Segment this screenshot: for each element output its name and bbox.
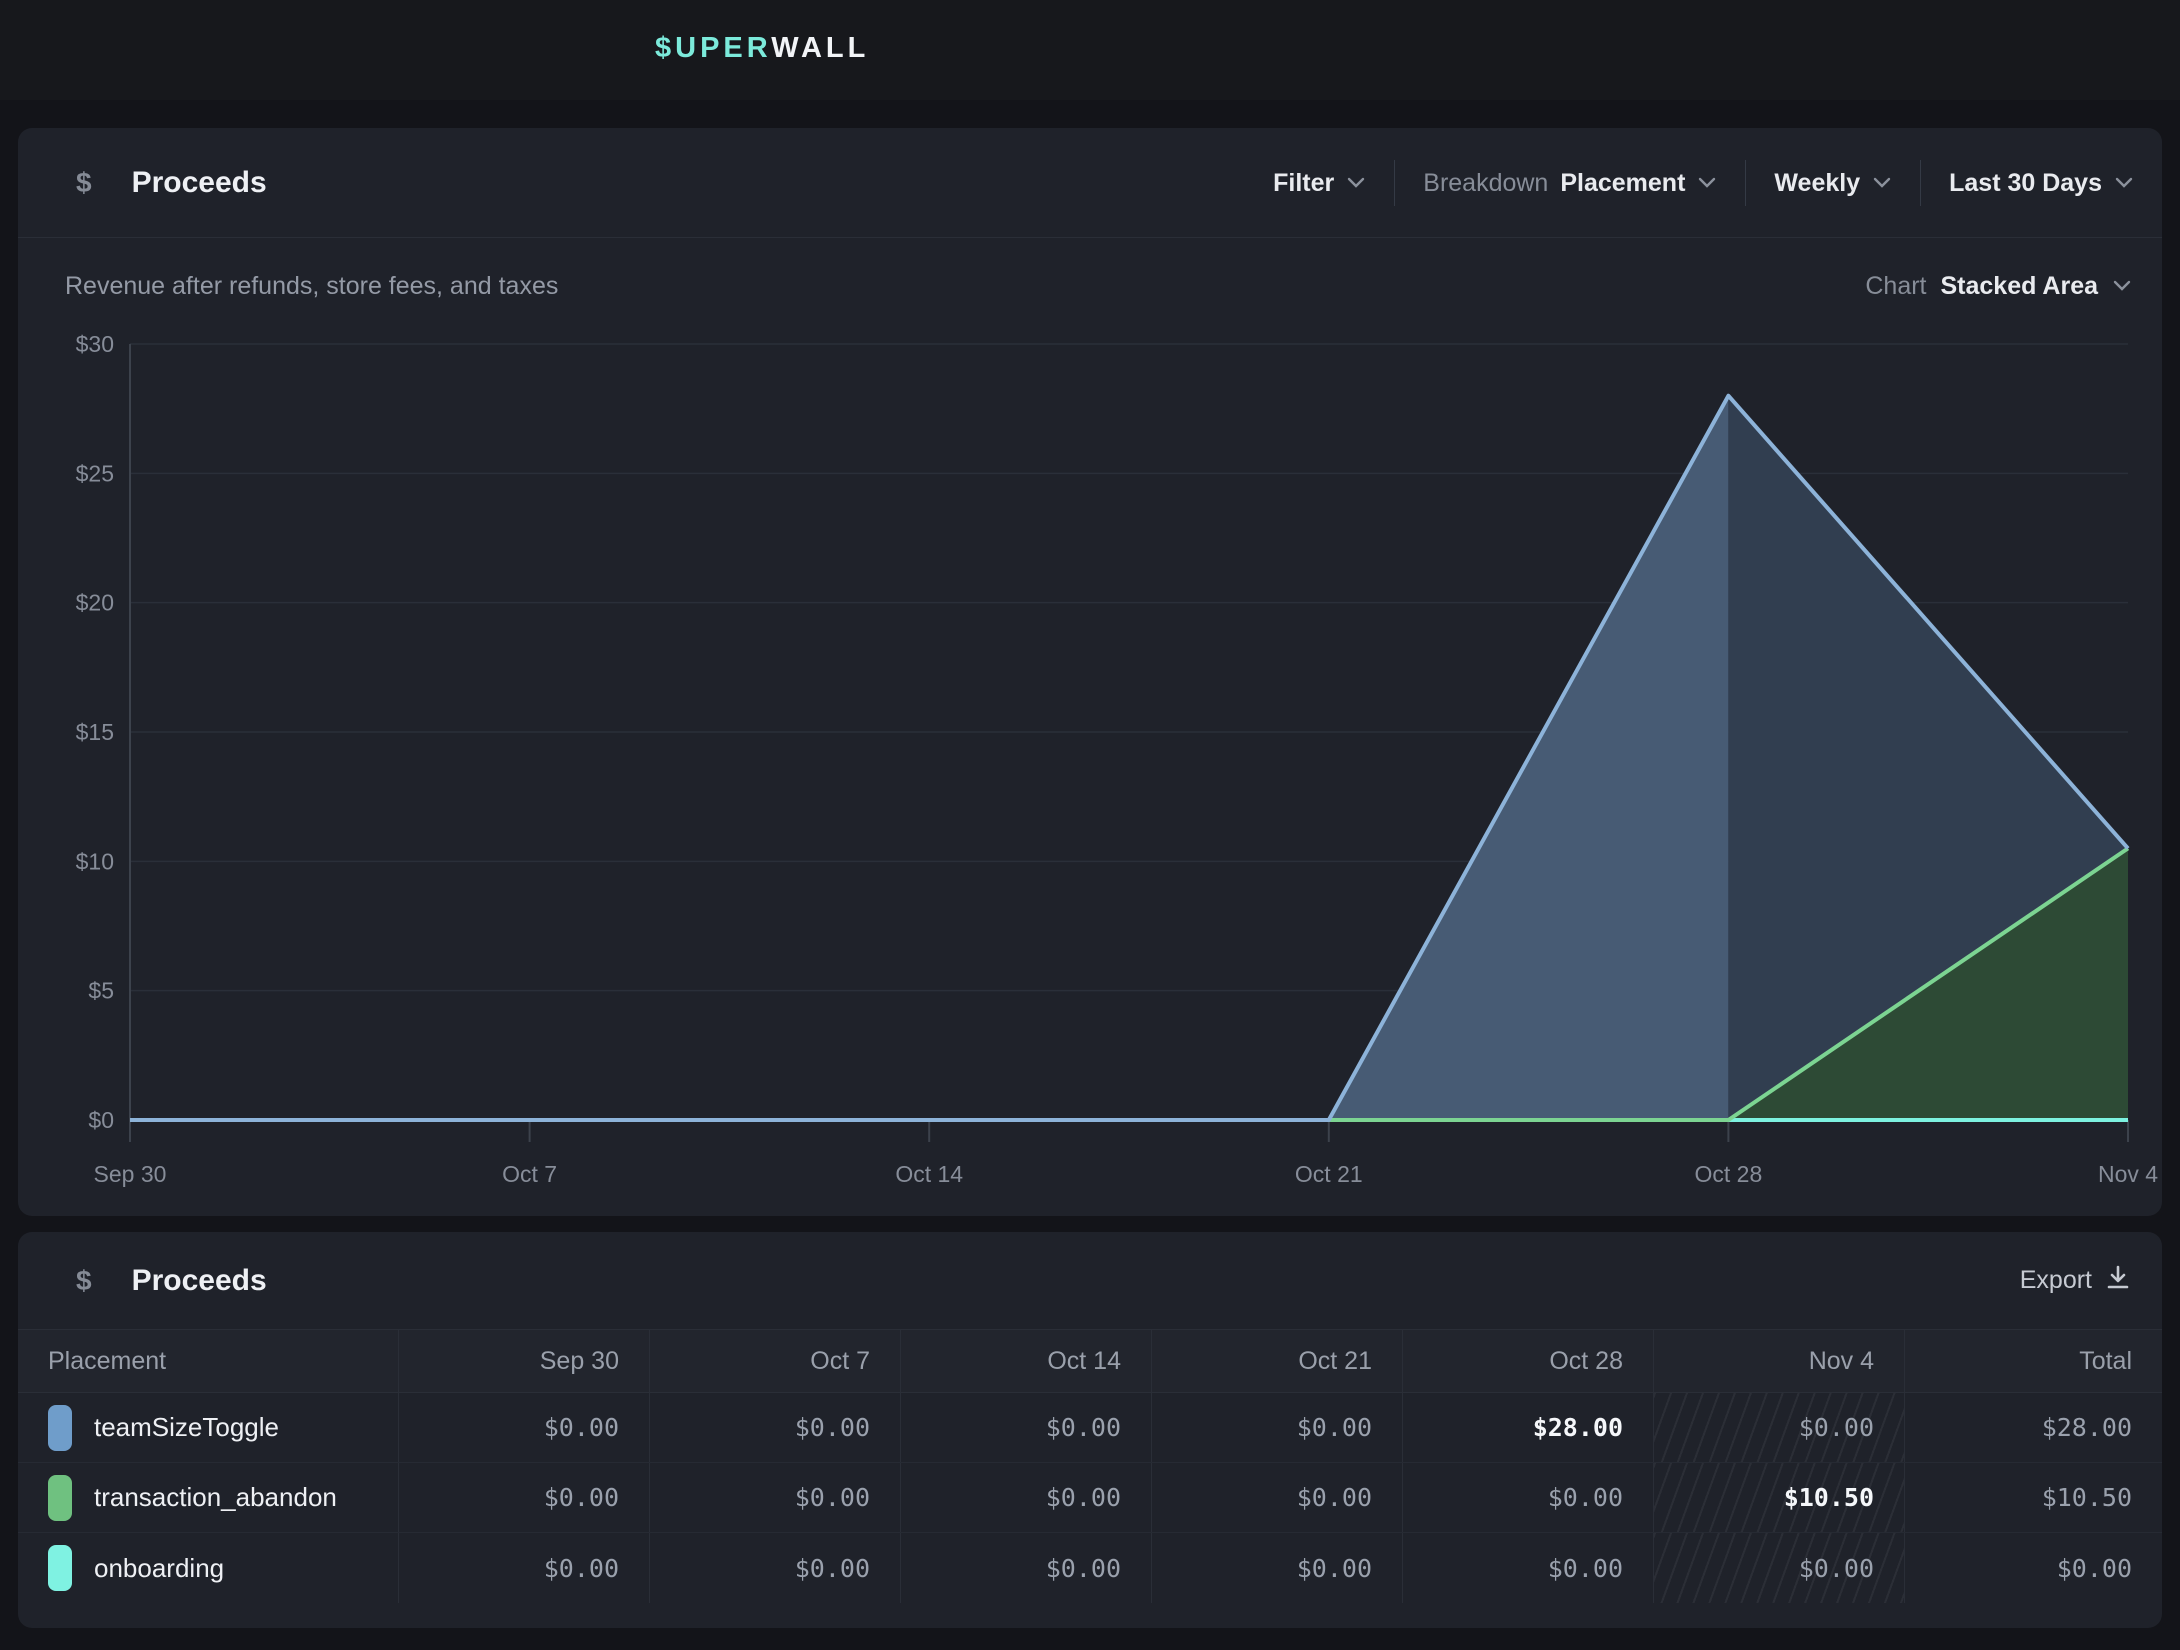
top-bar: $UPERWALL bbox=[0, 0, 2180, 100]
proceeds-table-panel: $ Proceeds Export PlacementSep 30Oct 7Oc… bbox=[18, 1232, 2162, 1628]
value-cell: $0.00 bbox=[1653, 1533, 1904, 1603]
column-header-nov-4: Nov 4 bbox=[1653, 1330, 1904, 1392]
table-header-row: PlacementSep 30Oct 7Oct 14Oct 21Oct 28No… bbox=[18, 1329, 2162, 1393]
table-row-teamSizeToggle[interactable]: teamSizeToggle$0.00$0.00$0.00$0.00$28.00… bbox=[18, 1393, 2162, 1463]
column-header-oct-28: Oct 28 bbox=[1402, 1330, 1653, 1392]
table-panel-title: Proceeds bbox=[132, 1264, 267, 1298]
value-cell: $0.00 bbox=[900, 1533, 1151, 1603]
y-axis-label: $15 bbox=[76, 719, 114, 745]
column-header-sep-30: Sep 30 bbox=[398, 1330, 649, 1392]
value-cell: $10.50 bbox=[1904, 1463, 2162, 1532]
proceeds-table: PlacementSep 30Oct 7Oct 14Oct 21Oct 28No… bbox=[18, 1329, 2162, 1603]
table-row-transaction_abandon[interactable]: transaction_abandon$0.00$0.00$0.00$0.00$… bbox=[18, 1463, 2162, 1533]
logo-dollar-part: $UPER bbox=[655, 32, 771, 64]
placement-cell: onboarding bbox=[18, 1533, 398, 1603]
placement-name: teamSizeToggle bbox=[94, 1412, 279, 1443]
y-axis-label: $30 bbox=[76, 331, 114, 357]
value-cell: $0.00 bbox=[649, 1463, 900, 1532]
value-cell: $0.00 bbox=[649, 1393, 900, 1462]
value-cell: $0.00 bbox=[1653, 1393, 1904, 1462]
proceeds-chart-panel: $ Proceeds Filter Breakdown Placement We… bbox=[18, 128, 2162, 1216]
stacked-area-chart[interactable]: $0 $5 $10 $15 $20 $25 $30 Sep 30 Oct 7 Oct 14 Oct … bbox=[18, 128, 2162, 1216]
value-cell: $0.00 bbox=[1151, 1463, 1402, 1532]
x-axis-label: Oct 28 bbox=[1695, 1161, 1763, 1187]
placement-name: transaction_abandon bbox=[94, 1482, 337, 1513]
x-axis-label: Nov 4 bbox=[2098, 1161, 2158, 1187]
value-cell: $0.00 bbox=[1402, 1533, 1653, 1603]
value-cell: $0.00 bbox=[900, 1463, 1151, 1532]
x-axis-label: Oct 7 bbox=[502, 1161, 557, 1187]
column-header-placement: Placement bbox=[18, 1330, 398, 1392]
value-cell: $0.00 bbox=[1402, 1463, 1653, 1532]
table-row-onboarding[interactable]: onboarding$0.00$0.00$0.00$0.00$0.00$0.00… bbox=[18, 1533, 2162, 1603]
value-cell: $0.00 bbox=[1151, 1533, 1402, 1603]
series-swatch-icon bbox=[48, 1405, 72, 1451]
value-cell: $28.00 bbox=[1402, 1393, 1653, 1462]
column-header-oct-21: Oct 21 bbox=[1151, 1330, 1402, 1392]
value-cell: $0.00 bbox=[398, 1393, 649, 1462]
x-axis-label: Oct 21 bbox=[1295, 1161, 1363, 1187]
download-icon bbox=[2106, 1265, 2130, 1296]
value-cell: $10.50 bbox=[1653, 1463, 1904, 1532]
placement-name: onboarding bbox=[94, 1553, 224, 1584]
column-header-oct-7: Oct 7 bbox=[649, 1330, 900, 1392]
value-cell: $28.00 bbox=[1904, 1393, 2162, 1462]
x-axis-label: Sep 30 bbox=[94, 1161, 167, 1187]
value-cell: $0.00 bbox=[398, 1463, 649, 1532]
column-header-total: Total bbox=[1904, 1330, 2162, 1392]
value-cell: $0.00 bbox=[398, 1533, 649, 1603]
y-axis-label: $5 bbox=[88, 978, 114, 1004]
series-swatch-icon bbox=[48, 1545, 72, 1591]
export-button[interactable]: Export bbox=[2020, 1265, 2130, 1296]
superwall-logo[interactable]: $UPERWALL bbox=[655, 32, 869, 65]
value-cell: $0.00 bbox=[900, 1393, 1151, 1462]
export-label: Export bbox=[2020, 1266, 2092, 1295]
value-cell: $0.00 bbox=[1151, 1393, 1402, 1462]
dollar-icon: $ bbox=[76, 1265, 92, 1297]
value-cell: $0.00 bbox=[1904, 1533, 2162, 1603]
placement-cell: teamSizeToggle bbox=[18, 1393, 398, 1462]
table-panel-header: $ Proceeds Export bbox=[18, 1232, 2162, 1329]
logo-wall-part: WALL bbox=[771, 32, 869, 64]
value-cell: $0.00 bbox=[649, 1533, 900, 1603]
placement-cell: transaction_abandon bbox=[18, 1463, 398, 1532]
series-swatch-icon bbox=[48, 1475, 72, 1521]
x-axis-label: Oct 14 bbox=[895, 1161, 963, 1187]
y-axis-label: $25 bbox=[76, 460, 114, 486]
y-axis-label: $10 bbox=[76, 848, 114, 874]
column-header-oct-14: Oct 14 bbox=[900, 1330, 1151, 1392]
area-fill-teamSizeToggle bbox=[130, 396, 1728, 1120]
y-axis-label: $0 bbox=[88, 1107, 114, 1133]
y-axis-label: $20 bbox=[76, 590, 114, 616]
